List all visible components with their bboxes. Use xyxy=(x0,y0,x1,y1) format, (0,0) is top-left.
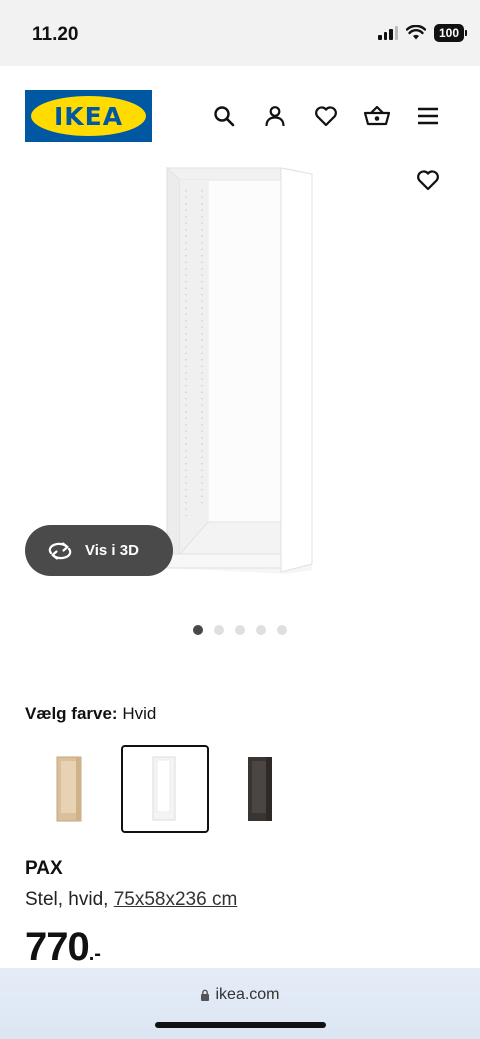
carousel-dot[interactable] xyxy=(277,625,287,635)
rotate-3d-icon xyxy=(48,541,72,560)
color-swatch-dark[interactable] xyxy=(216,745,304,833)
url-text: ikea.com xyxy=(215,986,280,1003)
browser-bottom-bar: ikea.com xyxy=(0,968,480,1039)
heart-icon xyxy=(417,170,439,191)
search-icon[interactable] xyxy=(210,102,238,130)
wardrobe-dark-thumbnail xyxy=(248,757,272,821)
basket-icon[interactable] xyxy=(363,102,391,130)
address-bar[interactable]: ikea.com xyxy=(0,986,480,1004)
price-integer: 770 xyxy=(25,925,90,969)
heart-icon[interactable] xyxy=(312,102,340,130)
color-selected-value: Hvid xyxy=(122,704,157,723)
status-bar: 11.20 100 xyxy=(0,0,480,66)
site-header: IKEA xyxy=(0,66,480,166)
dimensions-link[interactable]: 75x58x236 cm xyxy=(114,889,238,910)
product-description-text: Stel, hvid, xyxy=(25,889,114,910)
carousel-dot[interactable] xyxy=(256,625,266,635)
view-in-3d-button[interactable]: Vis i 3D xyxy=(25,525,173,576)
color-swatch-white[interactable] xyxy=(121,745,209,833)
carousel-dot[interactable] xyxy=(214,625,224,635)
status-icons: 100 xyxy=(378,24,467,42)
home-indicator[interactable] xyxy=(155,1022,326,1028)
logo-text: IKEA xyxy=(53,101,124,131)
carousel-dots xyxy=(0,625,480,635)
price-suffix: .- xyxy=(88,943,101,965)
battery-indicator: 100 xyxy=(434,24,467,42)
signal-icon xyxy=(378,26,398,40)
color-label-title: Vælg farve: xyxy=(25,704,118,723)
menu-icon[interactable] xyxy=(414,102,442,130)
color-label: Vælg farve: Hvid xyxy=(25,704,156,724)
product-name: PAX xyxy=(25,858,63,879)
carousel-dot[interactable] xyxy=(193,625,203,635)
add-to-favorites-button[interactable] xyxy=(414,166,442,194)
status-time: 11.20 xyxy=(32,24,79,45)
ikea-logo[interactable]: IKEA xyxy=(25,90,152,142)
wardrobe-white-thumbnail xyxy=(152,756,176,821)
view-in-3d-label: Vis i 3D xyxy=(85,542,139,559)
carousel-dot[interactable] xyxy=(235,625,245,635)
wardrobe-oak-thumbnail xyxy=(56,756,82,822)
color-swatch-oak[interactable] xyxy=(26,745,114,833)
lock-icon xyxy=(201,989,210,1001)
product-price: 770 .- xyxy=(25,925,101,970)
wardrobe-image xyxy=(165,166,313,574)
product-image-carousel[interactable]: Vis i 3D xyxy=(0,166,480,606)
product-description: Stel, hvid, 75x58x236 cm xyxy=(25,889,237,911)
wifi-icon xyxy=(406,25,426,40)
user-icon[interactable] xyxy=(261,102,289,130)
